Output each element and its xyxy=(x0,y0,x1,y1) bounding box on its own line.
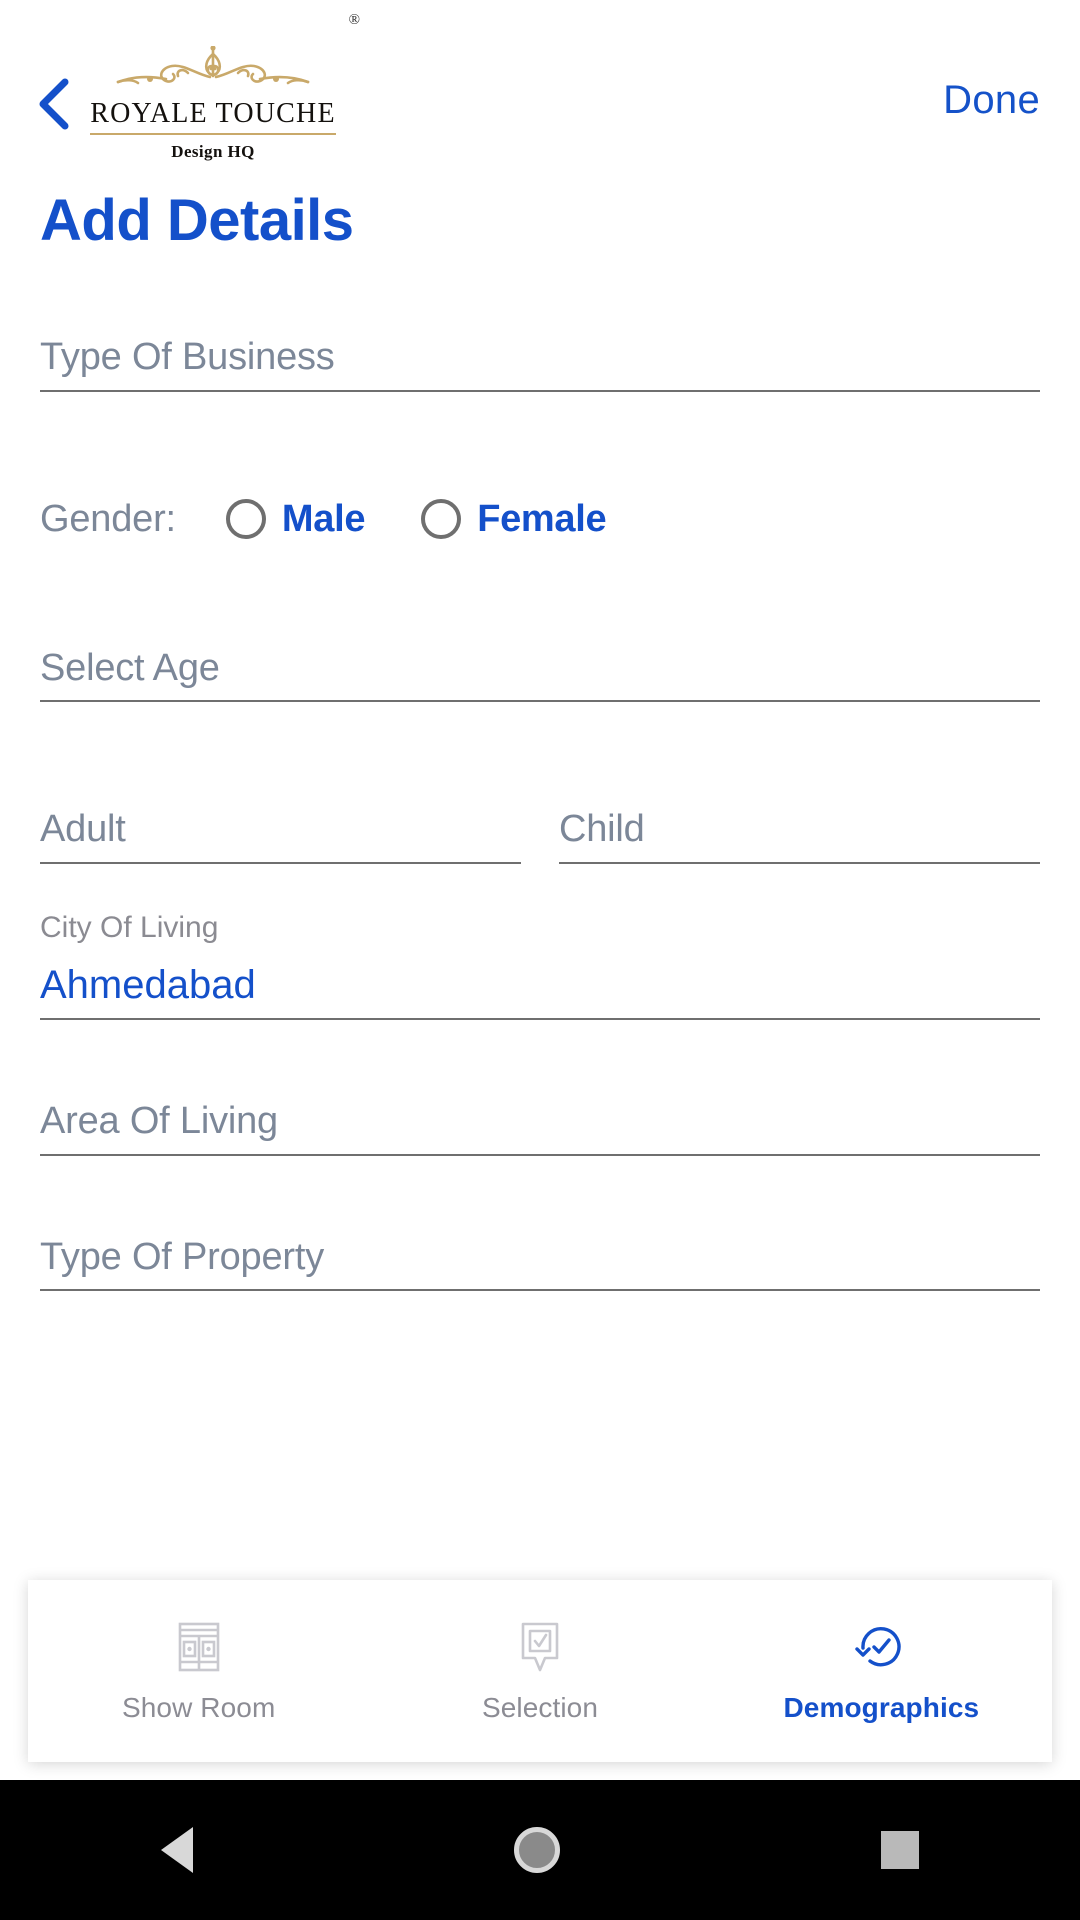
city-of-living-label: City Of Living xyxy=(40,911,219,945)
type-of-property-input[interactable]: Type Of Property xyxy=(40,1236,1040,1280)
field-area-of-living[interactable]: Area Of Living xyxy=(40,1100,1040,1156)
gender-option-female[interactable]: Female xyxy=(421,498,607,541)
tab-show-room[interactable]: Show Room xyxy=(28,1618,369,1724)
gender-option-male[interactable]: Male xyxy=(225,498,366,541)
circular-arrow-check-icon xyxy=(855,1627,901,1667)
app-screen: ROYALE TOUCHE ® Design HQ Done Add Detai… xyxy=(0,0,1080,1920)
bottom-tabbar: Show Room Selection Demographics xyxy=(28,1580,1052,1762)
field-select-age[interactable]: Select Age xyxy=(40,647,1040,703)
chevron-left-icon xyxy=(39,78,69,130)
gender-group: Gender: Male Female xyxy=(40,498,1040,541)
tab-show-room-label: Show Room xyxy=(121,1692,276,1723)
tab-selection-label: Selection xyxy=(481,1692,599,1723)
field-adult[interactable]: Adult xyxy=(40,808,521,865)
brand-name: ROYALE TOUCHE xyxy=(90,100,336,135)
details-form: Type Of Business Gender: Male Female Sel… xyxy=(0,336,1080,1580)
field-child[interactable]: Child xyxy=(559,808,1040,865)
city-of-living-value[interactable]: Ahmedabad xyxy=(40,962,1040,1008)
done-button[interactable]: Done xyxy=(943,78,1040,123)
bottom-tabbar-container: Show Room Selection Demographics xyxy=(0,1580,1080,1762)
type-of-business-input[interactable]: Type Of Business xyxy=(40,336,1040,380)
adult-input[interactable]: Adult xyxy=(40,808,521,852)
radio-female-icon[interactable] xyxy=(421,499,462,540)
app-header: ROYALE TOUCHE ® Design HQ Done xyxy=(0,0,1080,170)
page-title: Add Details xyxy=(40,188,354,253)
registered-mark: ® xyxy=(348,12,360,28)
ornament-icon xyxy=(116,46,310,85)
tab-demographics[interactable]: Demographics xyxy=(711,1618,1052,1724)
recents-square-icon[interactable] xyxy=(881,1831,920,1869)
field-type-of-property[interactable]: Type Of Property xyxy=(40,1236,1040,1292)
system-navigation-bar xyxy=(0,1780,1080,1920)
tab-demographics-label: Demographics xyxy=(783,1692,980,1723)
gender-male-label[interactable]: Male xyxy=(282,498,366,541)
child-input[interactable]: Child xyxy=(559,808,1040,852)
tab-selection[interactable]: Selection xyxy=(369,1618,710,1724)
back-button[interactable] xyxy=(24,74,84,134)
area-of-living-input[interactable]: Area Of Living xyxy=(40,1100,1040,1144)
select-age-input[interactable]: Select Age xyxy=(40,647,1040,691)
home-circle-icon[interactable] xyxy=(513,1827,560,1873)
radio-male-icon[interactable] xyxy=(225,499,266,540)
adult-child-row: Adult Child xyxy=(40,808,1040,865)
back-triangle-icon[interactable] xyxy=(160,1827,193,1873)
field-city-of-living[interactable]: City Of Living Ahmedabad xyxy=(40,910,1040,1021)
brand-tagline: Design HQ xyxy=(171,142,255,161)
gender-female-label[interactable]: Female xyxy=(477,498,606,541)
brand-logo: ROYALE TOUCHE ® Design HQ xyxy=(88,12,360,162)
gender-label: Gender: xyxy=(40,497,176,540)
field-type-of-business[interactable]: Type Of Business xyxy=(40,336,1040,392)
storefront-icon xyxy=(178,1622,219,1672)
comment-check-icon xyxy=(521,1622,559,1672)
